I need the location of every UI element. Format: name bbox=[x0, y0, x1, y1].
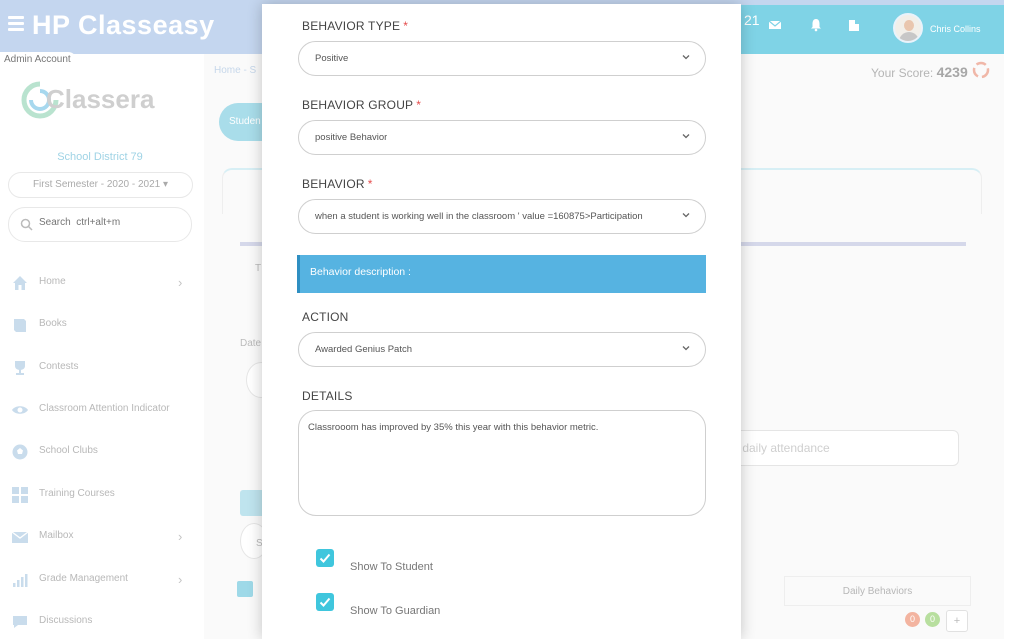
envelope-icon bbox=[11, 531, 29, 543]
logo-text: Classera bbox=[46, 84, 155, 114]
grid-icon bbox=[12, 487, 28, 503]
sidebar-item-grade-management[interactable]: Grade Management › bbox=[0, 565, 204, 595]
top-number: 21 bbox=[744, 12, 760, 28]
sidebar-item-label: Home bbox=[39, 276, 66, 287]
score-label: Your Score: bbox=[871, 66, 934, 80]
required-mark: * bbox=[403, 19, 409, 33]
soccer-ball-icon bbox=[12, 444, 28, 460]
details-textarea[interactable]: Classrooom has improved by 35% this year… bbox=[298, 410, 706, 516]
chevron-right-icon: › bbox=[178, 529, 183, 544]
add-button[interactable]: + bbox=[946, 610, 968, 632]
background-action-button[interactable] bbox=[240, 490, 264, 516]
action-select[interactable]: Awarded Genius Patch bbox=[298, 332, 706, 367]
trophy-icon bbox=[15, 361, 25, 375]
admin-account-badge: Admin Account bbox=[0, 52, 77, 70]
sidebar-item-label: Training Courses bbox=[39, 488, 115, 499]
behavior-label: BEHAVIOR * bbox=[302, 177, 373, 191]
behavior-select[interactable]: when a student is working well in the cl… bbox=[298, 199, 706, 234]
search-input[interactable] bbox=[39, 217, 179, 228]
chevron-down-icon bbox=[682, 213, 690, 218]
sidebar-item-books[interactable]: Books bbox=[0, 310, 204, 340]
action-value: Awarded Genius Patch bbox=[315, 344, 412, 355]
details-value: Classrooom has improved by 35% this year… bbox=[308, 422, 599, 433]
avatar[interactable] bbox=[893, 13, 923, 43]
sidebar-item-label: Classroom Attention Indicator bbox=[39, 403, 170, 414]
checkmark-icon bbox=[319, 597, 331, 607]
search-box[interactable] bbox=[8, 207, 192, 242]
behavior-type-value: Positive bbox=[315, 53, 349, 64]
background-fragment-t: T bbox=[255, 263, 262, 274]
home-icon bbox=[13, 276, 27, 290]
background-fragment-date: Date bbox=[240, 338, 262, 349]
user-name: Chris Collins bbox=[930, 24, 981, 34]
sidebar-item-home[interactable]: Home › bbox=[0, 268, 204, 298]
sidebar-item-mailbox[interactable]: Mailbox › bbox=[0, 522, 204, 552]
chevron-right-icon: › bbox=[178, 572, 183, 587]
checkmark-icon bbox=[319, 553, 331, 563]
chevron-right-icon: › bbox=[178, 275, 183, 290]
sidebar-item-label: Contests bbox=[39, 361, 79, 372]
sidebar: Classera School District 79 First Semest… bbox=[0, 70, 204, 639]
action-label: ACTION bbox=[302, 310, 349, 324]
school-district: School District 79 bbox=[57, 151, 143, 163]
chevron-down-icon bbox=[682, 55, 690, 60]
score-display: Your Score: 4239 bbox=[871, 64, 968, 80]
sidebar-item-school-clubs[interactable]: School Clubs bbox=[0, 437, 204, 467]
attendance-input[interactable]: r daily attendance bbox=[704, 430, 959, 466]
attendance-text: r daily attendance bbox=[735, 441, 830, 455]
behavior-type-label: BEHAVIOR TYPE * bbox=[302, 19, 409, 33]
behavior-description-label: Behavior description : bbox=[310, 266, 411, 278]
bell-icon[interactable] bbox=[809, 18, 823, 32]
sidebar-item-training-courses[interactable]: Training Courses bbox=[0, 480, 204, 510]
breadcrumb: Home - S bbox=[214, 65, 257, 76]
semester-value: First Semester - 2020 - 2021 bbox=[32, 179, 161, 190]
eye-icon bbox=[12, 406, 28, 414]
envelope-icon[interactable] bbox=[768, 18, 782, 32]
add-behavior-modal: BEHAVIOR TYPE * Positive BEHAVIOR GROUP * … bbox=[262, 4, 741, 639]
sidebar-item-contests[interactable]: Contests bbox=[0, 353, 204, 383]
sidebar-item-discussions[interactable]: Discussions bbox=[0, 607, 204, 637]
score-value: 4239 bbox=[936, 64, 968, 80]
bar-chart-icon bbox=[13, 574, 28, 587]
sidebar-item-label: Books bbox=[39, 318, 67, 329]
required-mark: * bbox=[367, 177, 373, 191]
classera-swirl-icon bbox=[972, 61, 990, 79]
behavior-group-label: BEHAVIOR GROUP * bbox=[302, 98, 422, 112]
show-to-guardian-checkbox[interactable] bbox=[316, 593, 334, 611]
building-icon[interactable] bbox=[847, 18, 861, 32]
sidebar-item-classroom-attention[interactable]: Classroom Attention Indicator bbox=[0, 395, 204, 425]
semester-select[interactable]: First Semester - 2020 - 2021 ▾ bbox=[8, 172, 193, 198]
daily-behaviors-header: Daily Behaviors bbox=[784, 576, 971, 606]
chat-icon bbox=[13, 616, 27, 628]
sidebar-item-label: School Clubs bbox=[39, 445, 98, 456]
hamburger-menu-icon[interactable] bbox=[8, 16, 24, 31]
show-to-student-label[interactable]: Show To Student bbox=[350, 561, 433, 573]
caret-down-icon: ▾ bbox=[163, 179, 169, 190]
count-badge-red: 0 bbox=[905, 612, 920, 627]
count-badge-green: 0 bbox=[925, 612, 940, 627]
book-icon bbox=[14, 319, 26, 332]
sidebar-item-label: Discussions bbox=[39, 615, 93, 626]
search-icon bbox=[20, 218, 33, 231]
required-mark: * bbox=[416, 98, 422, 112]
chevron-down-icon bbox=[682, 346, 690, 351]
students-tab-label: Studen bbox=[229, 116, 261, 127]
behavior-group-select[interactable]: positive Behavior bbox=[298, 120, 706, 155]
behavior-group-value: positive Behavior bbox=[315, 132, 388, 143]
chevron-down-icon bbox=[682, 134, 690, 139]
behavior-type-select[interactable]: Positive bbox=[298, 41, 706, 76]
behavior-description-bar: Behavior description : bbox=[297, 255, 706, 293]
show-to-guardian-label[interactable]: Show To Guardian bbox=[350, 605, 440, 617]
behavior-value: when a student is working well in the cl… bbox=[315, 211, 643, 222]
details-label: DETAILS bbox=[302, 389, 353, 403]
show-to-student-checkbox[interactable] bbox=[316, 549, 334, 567]
app-title: HP Classeasy bbox=[32, 10, 215, 40]
sidebar-item-label: Grade Management bbox=[39, 573, 128, 584]
sidebar-item-label: Mailbox bbox=[39, 530, 74, 541]
background-checkbox[interactable] bbox=[237, 581, 253, 597]
